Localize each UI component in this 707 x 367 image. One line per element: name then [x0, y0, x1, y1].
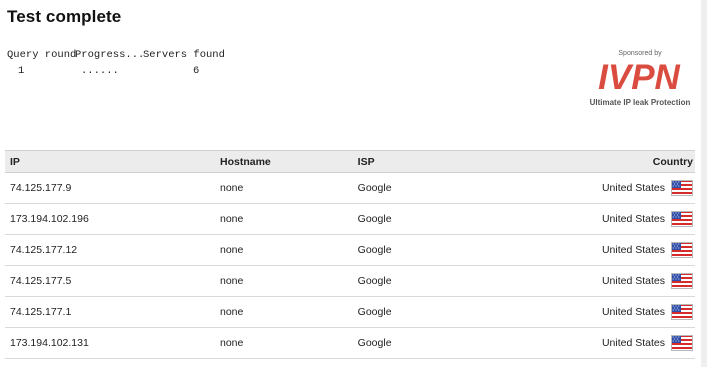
column-isp: ISP [357, 150, 516, 173]
ip-cell: 74.125.177.12 [5, 234, 220, 266]
isp-cell: Google [357, 203, 516, 235]
country-name: United States [601, 213, 665, 225]
us-flag-icon [671, 180, 693, 196]
hostname-cell: none [220, 296, 358, 328]
country-name: United States [601, 306, 665, 318]
sponsor-tagline: Ultimate IP leak Protection [589, 98, 691, 107]
ip-cell: 173.194.102.131 [5, 327, 220, 359]
query-round-header: Query round [7, 49, 77, 61]
country-cell: United States [515, 203, 695, 235]
country-name: United States [601, 337, 665, 349]
sponsor-block[interactable]: Sponsored by IVPN Ultimate IP leak Prote… [583, 50, 697, 112]
ivpn-logo[interactable]: IVPN [591, 60, 687, 94]
query-progress-header: Query round Progress... Servers found [7, 48, 227, 62]
right-edge-shade [701, 0, 707, 367]
country-name: United States [601, 182, 665, 194]
dns-leak-test-page: Test complete Query round Progress... Se… [0, 0, 707, 367]
servers-table: IP Hostname ISP Country 74.125.177.9 non… [5, 150, 695, 359]
isp-cell: Google [357, 234, 516, 266]
country-name: United States [601, 275, 665, 287]
table-header-row: IP Hostname ISP Country [5, 150, 695, 173]
country-cell: United States [515, 327, 695, 359]
query-progress-block: Query round Progress... Servers found 1 … [7, 48, 227, 78]
progress-value: ...... [81, 65, 119, 77]
country-cell: United States [515, 265, 695, 297]
table-row: 74.125.177.1 none Google United States [5, 296, 695, 328]
isp-cell: Google [357, 172, 516, 204]
ip-cell: 173.194.102.196 [5, 203, 220, 235]
isp-cell: Google [357, 265, 516, 297]
country-cell: United States [515, 296, 695, 328]
table-row: 173.194.102.196 none Google United State… [5, 203, 695, 235]
isp-cell: Google [357, 296, 516, 328]
hostname-cell: none [220, 327, 358, 359]
query-round-value: 1 [18, 65, 25, 77]
hostname-cell: none [220, 234, 358, 266]
column-ip: IP [5, 150, 220, 173]
country-content: United States [602, 335, 693, 351]
table-row: 74.125.177.12 none Google United States [5, 234, 695, 266]
progress-header: Progress... [75, 49, 145, 61]
us-flag-icon [671, 273, 693, 289]
country-content: United States [602, 273, 693, 289]
hostname-cell: none [220, 265, 358, 297]
column-country: Country [515, 150, 695, 173]
sponsor-label: Sponsored by [618, 50, 662, 57]
us-flag-icon [671, 211, 693, 227]
country-content: United States [602, 242, 693, 258]
isp-cell: Google [357, 327, 516, 359]
ivpn-logo-text: IVPN [598, 60, 680, 94]
hostname-cell: none [220, 172, 358, 204]
country-cell: United States [515, 234, 695, 266]
hostname-cell: none [220, 203, 358, 235]
column-hostname: Hostname [220, 150, 358, 173]
us-flag-icon [671, 304, 693, 320]
servers-found-header: Servers found [143, 49, 225, 61]
table-row: 74.125.177.5 none Google United States [5, 265, 695, 297]
ip-cell: 74.125.177.9 [5, 172, 220, 204]
us-flag-icon [671, 242, 693, 258]
country-content: United States [602, 304, 693, 320]
page-title: Test complete [7, 7, 122, 26]
country-name: United States [601, 244, 665, 256]
country-content: United States [602, 211, 693, 227]
servers-found-value: 6 [193, 65, 200, 77]
table-row: 74.125.177.9 none Google United States [5, 172, 695, 204]
ip-cell: 74.125.177.5 [5, 265, 220, 297]
country-content: United States [602, 180, 693, 196]
us-flag-icon [671, 335, 693, 351]
ip-cell: 74.125.177.1 [5, 296, 220, 328]
table-row: 173.194.102.131 none Google United State… [5, 327, 695, 359]
country-cell: United States [515, 172, 695, 204]
query-progress-row: 1 ...... 6 [7, 64, 227, 78]
